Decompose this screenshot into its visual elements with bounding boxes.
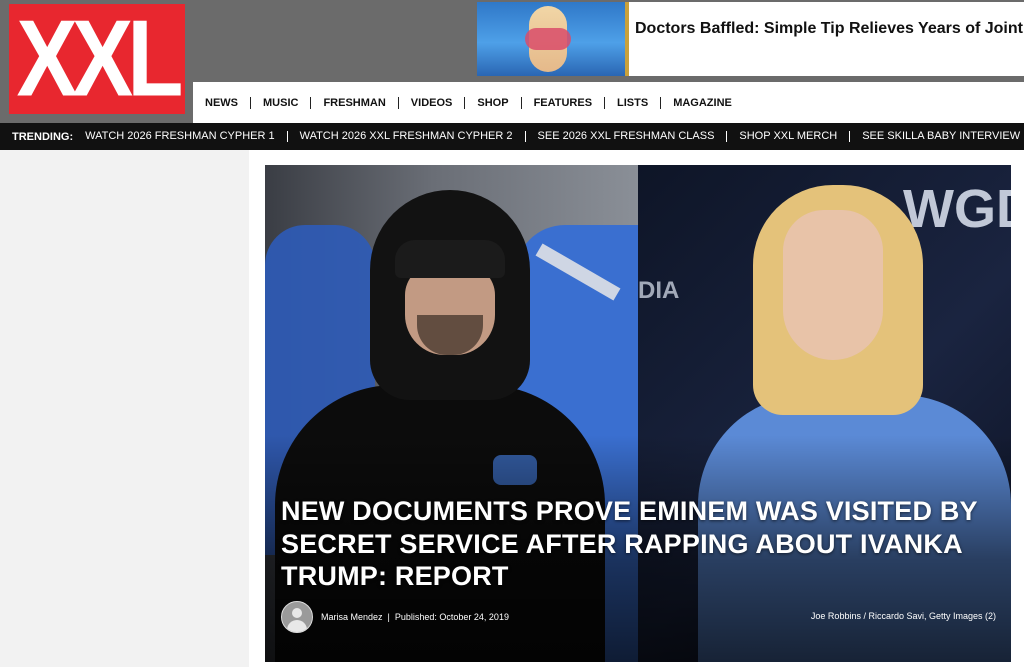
- trending-link[interactable]: WATCH 2026 XXL FRESHMAN CYPHER 2: [286, 131, 525, 142]
- ad-image[interactable]: [477, 2, 629, 76]
- logo-text: XXL: [16, 0, 184, 120]
- meta-separator: |: [387, 612, 390, 622]
- trending-link[interactable]: SHOP XXL MERCH: [726, 131, 849, 142]
- backdrop-lettering-2: DIA: [638, 277, 680, 304]
- author-name[interactable]: Marisa Mendez: [321, 612, 383, 622]
- hero-article[interactable]: WGD DIA NEW DOCUMENTS PROVE EMINEM WAS V…: [265, 165, 1011, 662]
- nav-item-shop[interactable]: SHOP: [464, 96, 520, 109]
- avatar-torso: [287, 620, 307, 632]
- published-date: Published: October 24, 2019: [394, 612, 509, 622]
- main-nav: NEWS MUSIC FRESHMAN VIDEOS SHOP FEATURES…: [193, 82, 1024, 123]
- joint-illustration: [525, 28, 571, 50]
- nav-item-magazine[interactable]: MAGAZINE: [660, 96, 744, 109]
- nav-item-music[interactable]: MUSIC: [250, 96, 310, 109]
- trending-bar: TRENDING: WATCH 2026 FRESHMAN CYPHER 1 W…: [0, 123, 1024, 150]
- avatar-head: [292, 608, 302, 618]
- trending-label: TRENDING:: [12, 130, 74, 143]
- article-meta: Marisa Mendez | Published: October 24, 2…: [281, 601, 509, 633]
- hero-headline[interactable]: NEW DOCUMENTS PROVE EMINEM WAS VISITED B…: [281, 495, 981, 593]
- ad-headline[interactable]: Doctors Baffled: Simple Tip Relieves Yea…: [635, 19, 1024, 39]
- ad-banner[interactable]: Doctors Baffled: Simple Tip Relieves Yea…: [477, 2, 1024, 76]
- nav-item-news[interactable]: NEWS: [193, 97, 250, 109]
- nav-item-lists[interactable]: LISTS: [604, 96, 660, 109]
- trending-link[interactable]: SEE SKILLA BABY INTERVIEW: [849, 131, 1024, 142]
- nav-item-freshman[interactable]: FRESHMAN: [310, 96, 397, 109]
- trending-link[interactable]: SEE 2026 XXL FRESHMAN CLASS: [524, 131, 727, 142]
- face: [783, 210, 883, 360]
- cap: [395, 240, 505, 278]
- photo-credit: Joe Robbins / Riccardo Savi, Getty Image…: [810, 611, 996, 621]
- author-avatar-icon[interactable]: [281, 601, 313, 633]
- nav-item-features[interactable]: FEATURES: [520, 96, 604, 109]
- nav-item-videos[interactable]: VIDEOS: [397, 96, 465, 109]
- xxl-logo[interactable]: XXL: [9, 4, 185, 114]
- left-sidebar: [0, 150, 249, 667]
- trending-link[interactable]: WATCH 2026 FRESHMAN CYPHER 1: [83, 131, 286, 142]
